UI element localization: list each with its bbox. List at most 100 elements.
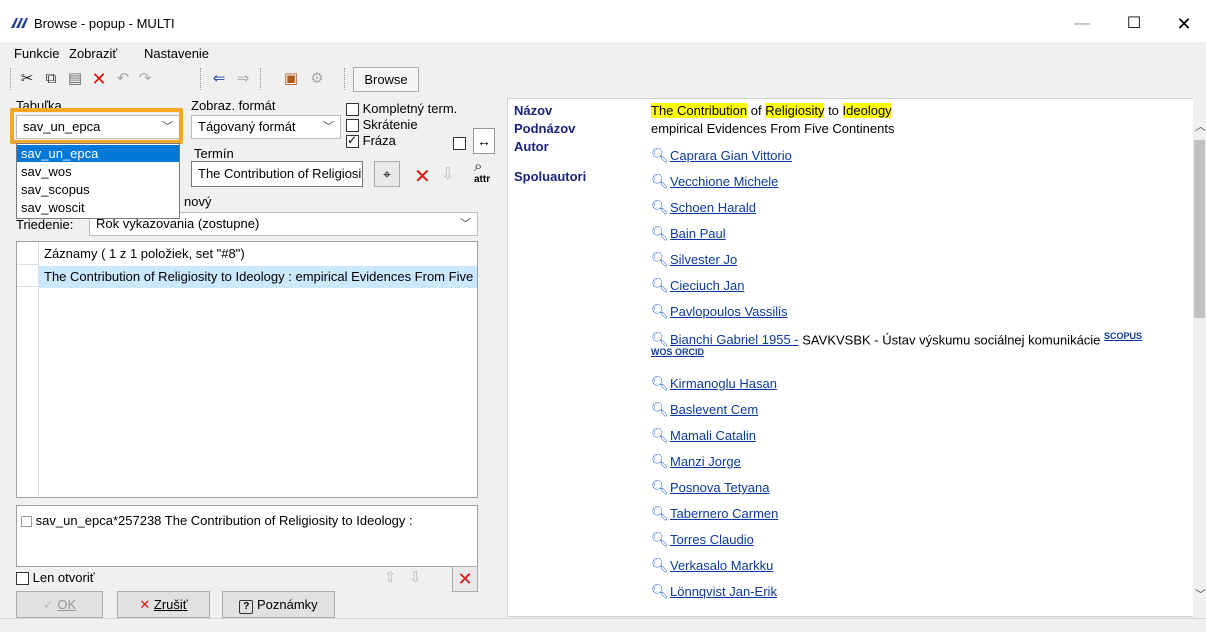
maximize-button[interactable]: ☐ [1112,8,1156,40]
coauthor-link[interactable]: 🔍︎Posnova Tetyana [651,479,770,496]
gutter-line [17,264,39,265]
remove-record-icon[interactable]: ✕ [452,566,478,592]
help-icon: ? [239,600,254,614]
complete-term-checkbox[interactable]: Kompletný term. [346,101,457,117]
coauthor-link[interactable]: 🔍︎Tabernero Carmen [651,505,778,522]
extra-checkbox[interactable] [453,135,466,151]
dropdown-option[interactable]: sav_wos [17,163,179,180]
coauthor-link[interactable]: 🔍︎Lönnqvist Jan-Erik [651,583,777,600]
coauthor-link[interactable]: 🔍︎Kirmanoglu Hasan [651,375,777,392]
minimize-button[interactable]: — [1060,8,1104,40]
author-link[interactable]: 🔍︎Caprara Gian Vittorio [651,147,792,164]
orcid-link: ORCID [675,347,705,357]
menu-bar: Funkcie Zobraziť Nastavenie [0,42,1206,64]
format-select[interactable]: Tágovaný formát ﹀ [191,115,341,139]
menu-nastavenie[interactable]: Nastavenie [144,46,209,61]
search-icon: 🔍︎ [651,225,669,241]
coauthor-link[interactable]: 🔍︎Cieciuch Jan [651,277,744,294]
selected-record-entry[interactable]: sav_un_epca*257238 The Contribution of R… [21,513,473,528]
coauthor-link[interactable]: 🔍︎Verkasalo Markku [651,557,773,574]
undo-icon[interactable]: ↶ [112,68,134,90]
attr-label[interactable]: attr [474,174,490,185]
records-list: Záznamy ( 1 z 1 položiek, set "#8") The … [16,241,478,498]
phrase-checkbox[interactable]: Fráza [346,133,396,149]
search-icon: 🔍︎ [651,375,669,391]
bianchi-tags[interactable]: WOS ORCID [651,347,704,357]
scroll-up-icon[interactable]: ︿ [1195,118,1206,134]
toolbar-separator [10,68,11,90]
ok-button[interactable]: ✓ OK [16,591,103,618]
menu-zobrazit[interactable]: Zobraziť [69,46,117,61]
search-icon: 🔍︎ [651,505,669,521]
coauthor-bianchi[interactable]: 🔍︎Bianchi Gabriel 1955 - SAVKVSBK - Ústa… [651,331,1142,348]
menu-funkcie[interactable]: Funkcie [14,46,60,61]
search-icon: 🔍︎ [651,427,669,443]
subtitle-field-label: Podnázov [514,121,576,136]
dropdown-option[interactable]: sav_woscit [17,199,179,216]
coauthor-link[interactable]: 🔍︎Pavlopoulos Vassilis [651,303,788,320]
redo-icon[interactable]: ↷ [134,68,156,90]
browse-button[interactable]: Browse [353,67,419,92]
sort-label: Triedenie: [16,217,74,232]
scroll-thumb[interactable] [1194,140,1205,318]
search-icon: 🔍︎ [651,479,669,495]
search-icon: 🔍︎ [651,531,669,547]
wos-link: WOS [651,347,673,357]
scissors-icon[interactable]: ✂ [16,68,38,90]
search-icon[interactable]: ⌕ [474,158,482,175]
move-up-icon[interactable]: ⇧ [384,568,397,586]
selected-records-box: sav_un_epca*257238 The Contribution of R… [16,505,478,567]
dropdown-option[interactable]: sav_scopus [17,181,179,198]
search-icon: 🔍︎ [651,331,669,348]
record-detail-panel: Názov Podnázov Autor Spoluautori The Con… [507,98,1194,617]
delete-icon[interactable]: ✕ [88,68,110,90]
term-input[interactable]: The Contribution of Religiosity to Ideol… [191,161,363,187]
check-icon: ✓ [42,597,54,612]
paste-icon[interactable]: ▤ [64,68,86,90]
coauthor-link[interactable]: 🔍︎Vecchione Michele [651,173,778,190]
coauthor-link[interactable]: 🔍︎Torres Claudio [651,531,754,548]
dropdown-option[interactable]: sav_un_epca [17,145,179,162]
format-label: Zobraz. formát [191,98,276,113]
toolbar-separator [200,68,201,90]
app-icon [10,16,28,30]
clear-term-icon[interactable]: ✕ [414,164,431,189]
coauthor-link[interactable]: 🔍︎Baslevent Cem [651,401,758,418]
coauthor-link[interactable]: 🔍︎Schoen Harald [651,199,756,216]
search-icon: 🔍︎ [651,303,669,319]
scopus-link: SCOPUS [1104,331,1143,341]
search-icon: 🔍︎ [651,147,669,163]
settings-icon[interactable]: ⚙ [306,68,328,90]
record-title: The Contribution of Religiosity to Ideol… [651,103,892,118]
insert-icon[interactable]: ⇩ [441,164,454,184]
select-icon[interactable]: ⌖ [374,161,400,187]
window-title: Browse - popup - MULTI [34,16,175,31]
open-only-checkbox[interactable]: Len otvoriť [16,570,95,586]
search-icon: 🔍︎ [651,251,669,267]
coauthor-link[interactable]: 🔍︎Manzi Jorge [651,453,741,470]
abbrev-checkbox[interactable]: Skrátenie [346,117,418,133]
table-row[interactable]: The Contribution of Religiosity to Ideol… [39,266,477,288]
search-icon: 🔍︎ [651,277,669,293]
search-icon: 🔍︎ [651,583,669,599]
scroll-down-icon[interactable]: ﹀ [1195,586,1206,602]
close-button[interactable]: ✕ [1162,8,1206,40]
gutter-line [17,286,39,287]
cancel-button[interactable]: ✕ Zrušiť [117,591,210,618]
copy-icon[interactable]: ⧉ [40,68,62,90]
toolbar-separator [344,68,345,90]
coauthor-link[interactable]: 🔍︎Mamali Catalin [651,427,756,444]
forward-icon[interactable]: ⇒ [232,68,254,90]
search-icon: 🔍︎ [651,173,669,189]
move-down-icon[interactable]: ⇩ [409,568,422,586]
back-icon[interactable]: ⇐ [208,68,230,90]
title-field-label: Názov [514,103,553,118]
notes-button[interactable]: ? Poznámky [222,591,335,618]
coauthor-link[interactable]: 🔍︎Silvester Jo [651,251,737,268]
package-icon[interactable]: ▣ [280,68,302,90]
coauthors-field-label: Spoluautori [514,169,587,184]
coauthor-link[interactable]: 🔍︎Bain Paul [651,225,726,242]
list-gutter [17,242,39,497]
term-label: Termín [194,146,234,161]
resize-icon[interactable]: ↔ [473,128,495,154]
